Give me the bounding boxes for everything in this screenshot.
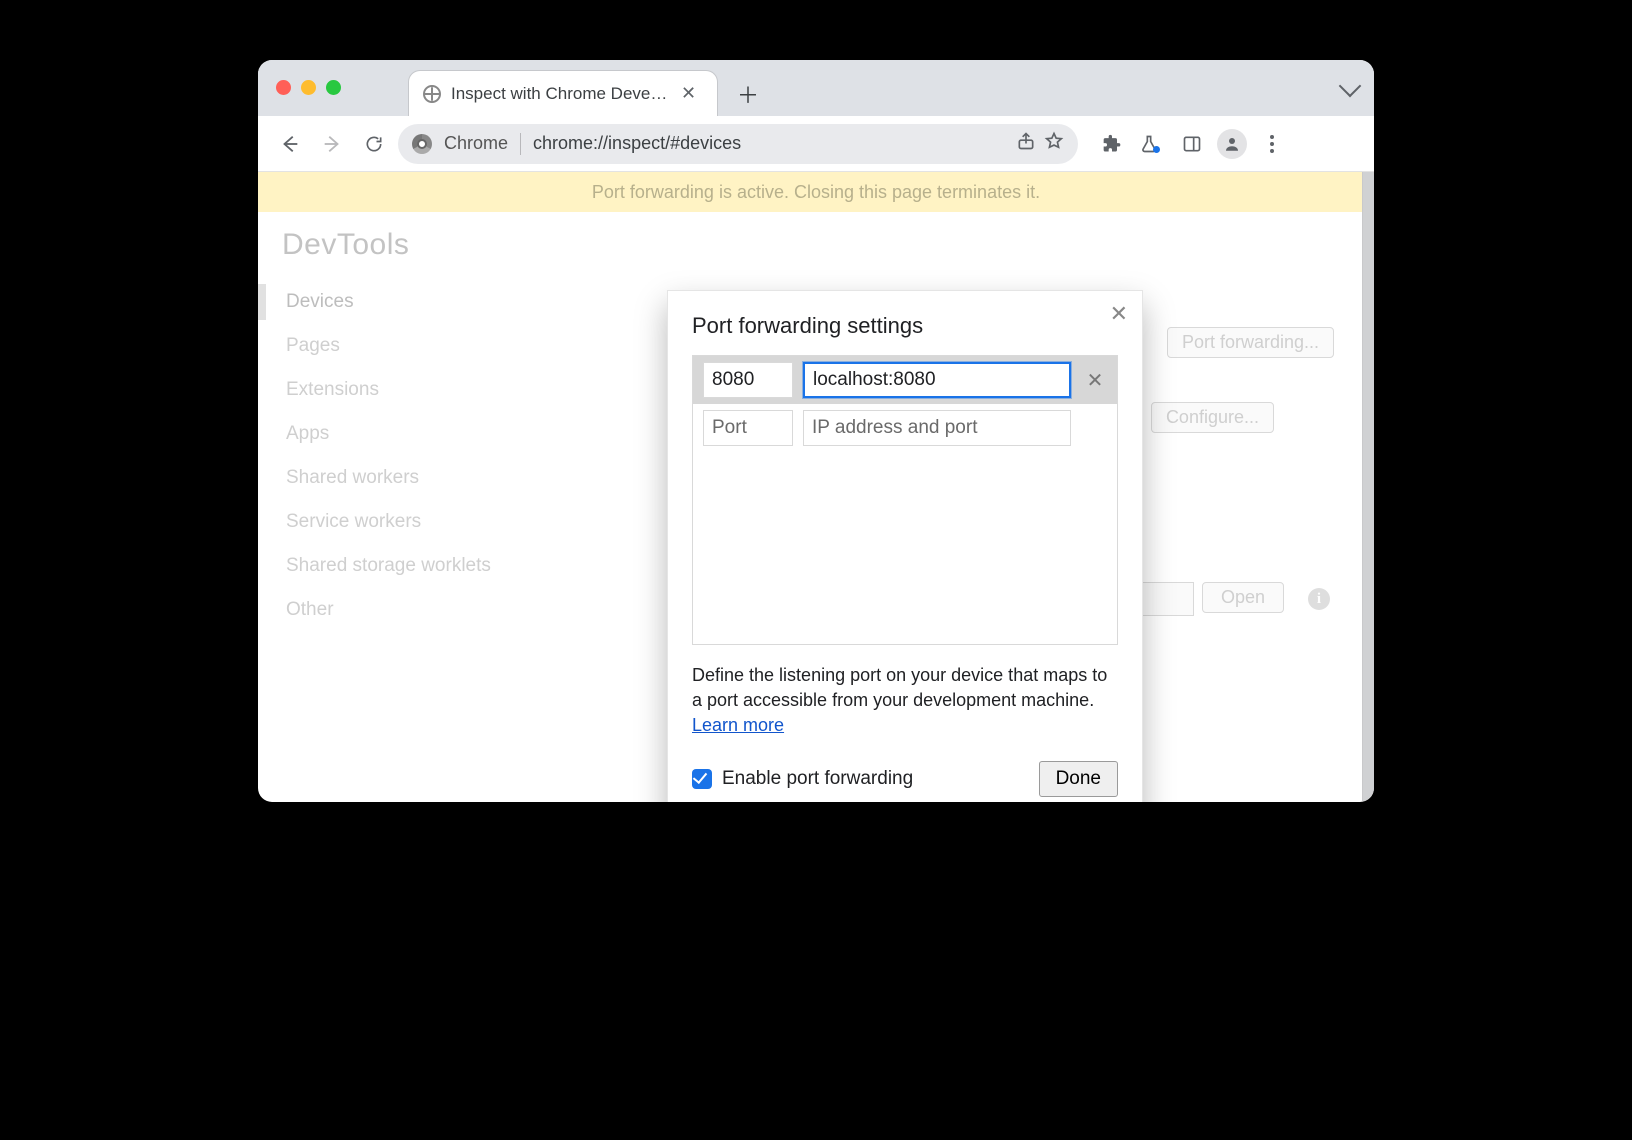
profile-button[interactable]	[1214, 126, 1250, 162]
globe-icon	[423, 85, 441, 103]
sidebar-item-label: Pages	[286, 335, 340, 356]
sidebar-item-label: Shared storage worklets	[286, 555, 491, 576]
address-bar[interactable]: Chrome chrome://inspect/#devices	[398, 124, 1078, 164]
banner-text: Port forwarding is active. Closing this …	[592, 182, 1040, 203]
sidebar-item-shared-storage-worklets[interactable]: Shared storage worklets	[282, 544, 558, 588]
dialog-title: Port forwarding settings	[692, 313, 1118, 339]
reload-button[interactable]	[356, 126, 392, 162]
sidebar-item-service-workers[interactable]: Service workers	[282, 500, 558, 544]
sidebar-item-label: Devices	[286, 291, 354, 312]
tab-strip: Inspect with Chrome Develope ✕ ＋	[258, 60, 1374, 116]
address-url: chrome://inspect/#devices	[533, 133, 1004, 154]
sidebar-item-label: Service workers	[286, 511, 421, 532]
labs-badge-dot	[1153, 146, 1160, 153]
sidebar-item-label: Shared workers	[286, 467, 419, 488]
configure-button[interactable]: Configure...	[1151, 402, 1274, 433]
sidebar-item-shared-workers[interactable]: Shared workers	[282, 456, 558, 500]
port-forwarding-settings-dialog: ✕ Port forwarding settings ✕ ✕ Define th…	[667, 290, 1143, 802]
back-button[interactable]	[272, 126, 308, 162]
kebab-icon	[1262, 134, 1282, 154]
chrome-icon	[412, 134, 432, 154]
remove-row-button[interactable]: ✕	[1081, 368, 1109, 393]
sidebar-item-other[interactable]: Other	[282, 588, 558, 632]
window-zoom-button[interactable]	[326, 80, 341, 95]
forward-button[interactable]	[314, 126, 350, 162]
share-icon[interactable]	[1016, 131, 1036, 156]
separator	[520, 133, 521, 155]
sidebar-item-pages[interactable]: Pages	[282, 324, 558, 368]
app-menu-button[interactable]	[1254, 126, 1290, 162]
done-button[interactable]: Done	[1039, 761, 1118, 797]
enable-port-forwarding-checkbox[interactable]: Enable port forwarding	[692, 768, 913, 790]
address-context: Chrome	[444, 133, 508, 154]
sidebar-item-label: Other	[286, 599, 334, 620]
dialog-description: Define the listening port on your device…	[692, 663, 1118, 739]
chevron-down-icon	[1339, 75, 1362, 98]
sidebar-item-devices[interactable]: Devices	[282, 280, 558, 324]
checkbox-icon	[692, 769, 712, 789]
port-rule-row-empty: ✕	[693, 404, 1117, 452]
new-tab-button[interactable]: ＋	[732, 78, 764, 110]
dialog-description-text: Define the listening port on your device…	[692, 665, 1107, 710]
sidebar-item-label: Apps	[286, 423, 329, 444]
address-input[interactable]	[803, 410, 1071, 446]
sidebar-item-apps[interactable]: Apps	[282, 412, 558, 456]
address-input[interactable]	[803, 362, 1071, 398]
open-button[interactable]: Open	[1202, 582, 1284, 613]
window-close-button[interactable]	[276, 80, 291, 95]
labs-button[interactable]	[1134, 126, 1170, 162]
learn-more-link[interactable]: Learn more	[692, 715, 784, 735]
tab-close-button[interactable]: ✕	[681, 83, 696, 104]
port-input[interactable]	[703, 362, 793, 398]
sidebar-item-extensions[interactable]: Extensions	[282, 368, 558, 412]
port-forwarding-active-banner: Port forwarding is active. Closing this …	[258, 172, 1374, 212]
dialog-close-button[interactable]: ✕	[1110, 301, 1128, 327]
port-rules-table: ✕ ✕	[692, 355, 1118, 645]
info-icon[interactable]: i	[1308, 588, 1330, 610]
scrollbar-track[interactable]	[1362, 172, 1374, 802]
toolbar: Chrome chrome://inspect/#devices	[258, 116, 1374, 172]
tab-title: Inspect with Chrome Develope	[451, 84, 671, 104]
window-minimize-button[interactable]	[301, 80, 316, 95]
browser-window: Inspect with Chrome Develope ✕ ＋	[258, 60, 1374, 802]
port-input[interactable]	[703, 410, 793, 446]
extensions-button[interactable]	[1094, 126, 1130, 162]
port-rule-row: ✕	[693, 356, 1117, 404]
bookmark-star-icon[interactable]	[1044, 131, 1064, 156]
avatar-icon	[1217, 129, 1247, 159]
side-panel-button[interactable]	[1174, 126, 1210, 162]
window-controls	[276, 80, 341, 95]
sidebar-item-label: Extensions	[286, 379, 379, 400]
checkbox-label: Enable port forwarding	[722, 768, 913, 790]
tab-overflow-button[interactable]	[1342, 78, 1358, 99]
port-forwarding-button[interactable]: Port forwarding...	[1167, 327, 1334, 358]
devtools-sidebar: DevTools Devices Pages Extensions Apps S…	[258, 212, 558, 802]
active-tab[interactable]: Inspect with Chrome Develope ✕	[408, 70, 718, 116]
sidebar-title: DevTools	[282, 228, 558, 262]
